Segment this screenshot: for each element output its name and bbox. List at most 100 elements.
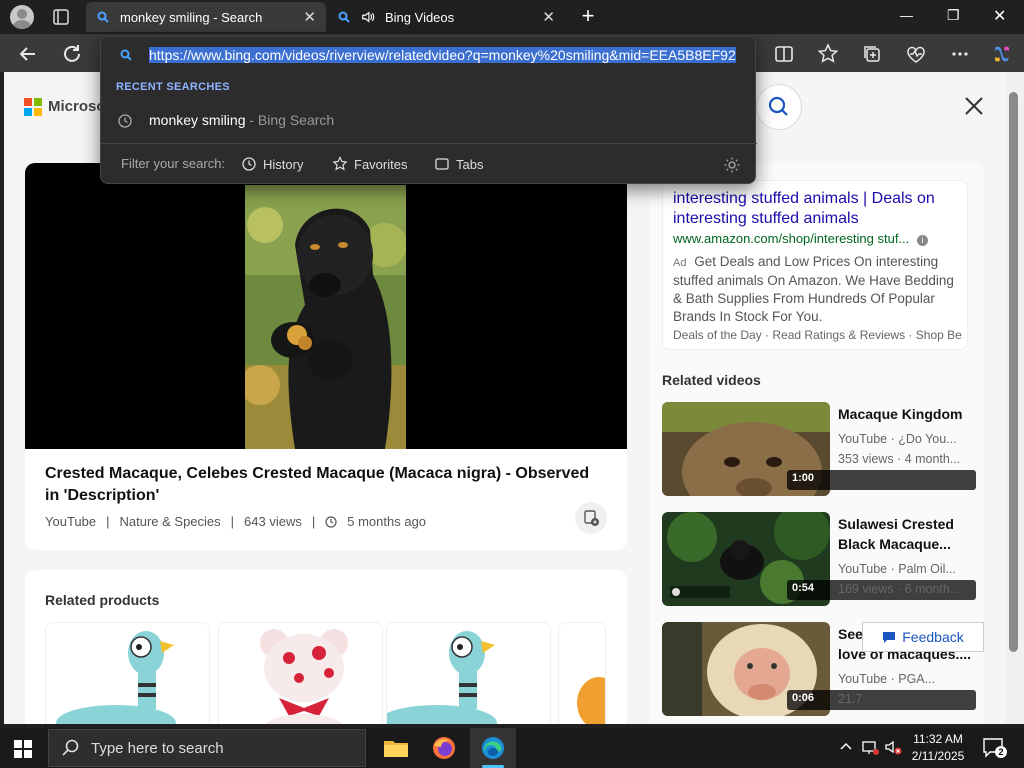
bing-search-icon — [338, 11, 350, 23]
edge-browser-icon[interactable] — [477, 732, 509, 764]
recent-search-query: monkey smiling — [149, 112, 246, 128]
video-title[interactable]: Crested Macaque, Celebes Crested Macaque… — [45, 463, 605, 507]
feedback-label: Feedback — [902, 629, 964, 645]
filter-tabs-label: Tabs — [456, 156, 484, 172]
meta-separator: | — [311, 514, 316, 529]
related-video-source: YouTube · Palm Oil... — [838, 562, 956, 576]
related-video-title[interactable]: Macaque Kingdom — [838, 404, 973, 424]
windows-start-icon[interactable] — [14, 740, 32, 758]
video-category: Nature & Species — [119, 514, 221, 529]
minimize-button[interactable]: — — [900, 8, 913, 23]
ad-description: Ad Get Deals and Low Prices On interesti… — [673, 253, 963, 326]
more-menu-icon[interactable] — [948, 42, 972, 66]
product-partial[interactable] — [558, 622, 606, 724]
tab-label: monkey smiling - Search — [120, 9, 263, 25]
split-screen-icon[interactable] — [772, 42, 796, 66]
product-pigeon-plush[interactable] — [45, 622, 210, 724]
refresh-icon[interactable] — [60, 42, 84, 66]
related-video-stats: 169 views · 6 month... — [838, 582, 961, 596]
browser-essentials-icon[interactable] — [904, 42, 928, 66]
close-window-button[interactable]: ✕ — [993, 6, 1006, 26]
video-age: 5 months ago — [347, 514, 427, 529]
video-meta: YouTube | Nature & Species | 643 views |… — [45, 514, 426, 529]
ad-title[interactable]: interesting stuffed animals | Deals on i… — [673, 189, 963, 229]
maximize-button[interactable]: ❐ — [947, 7, 960, 24]
file-explorer-icon[interactable] — [380, 732, 412, 764]
recent-search-text: monkey smiling - Bing Search — [149, 112, 334, 128]
clock-icon — [325, 515, 337, 528]
ad-description-text: Get Deals and Low Prices On interesting … — [673, 254, 954, 324]
tabs-icon — [435, 158, 449, 170]
firefox-icon[interactable] — [428, 732, 460, 764]
meta-separator: | — [106, 514, 110, 529]
recent-search-item[interactable]: monkey smiling - Bing Search — [101, 103, 757, 139]
search-icon — [120, 49, 132, 61]
tab-monkey-smiling-search[interactable]: monkey smiling - Search ✕ — [86, 2, 326, 32]
feedback-icon — [883, 631, 896, 643]
speaker-icon[interactable] — [361, 10, 375, 24]
taskbar-clock[interactable]: 11:32 AM 2/11/2025 — [908, 731, 968, 765]
search-button[interactable] — [756, 84, 802, 130]
copilot-icon[interactable] — [990, 42, 1014, 66]
related-videos-title: Related videos — [662, 372, 761, 388]
close-overlay-icon[interactable] — [962, 94, 986, 118]
favorites-star-icon[interactable] — [816, 42, 840, 66]
save-video-button[interactable] — [575, 502, 607, 534]
filter-label: Filter your search: — [121, 156, 226, 171]
back-arrow-icon[interactable] — [16, 42, 40, 66]
meta-separator: | — [230, 514, 235, 529]
ad-badge: Ad — [673, 257, 687, 269]
recent-searches-header: RECENT SEARCHES — [116, 81, 230, 93]
address-url-selected: https://www.bing.com/videos/riverview/re… — [149, 47, 736, 63]
related-products-card: Related products — [25, 570, 627, 724]
clock-time: 11:32 AM — [913, 732, 963, 746]
history-icon — [242, 157, 256, 171]
filter-row: Filter your search: History Favorites Ta… — [101, 143, 757, 185]
related-video-stats: 21.7 — [838, 692, 863, 706]
video-source[interactable]: YouTube — [45, 514, 96, 529]
tab-bing-videos[interactable]: Bing Videos ✕ — [327, 2, 565, 32]
ad-sitelinks[interactable]: Deals of the Day · Read Ratings & Review… — [673, 328, 963, 342]
settings-gear-icon[interactable] — [723, 156, 741, 174]
collections-icon[interactable] — [860, 42, 884, 66]
product-bear-plush[interactable] — [218, 622, 383, 724]
filter-tabs[interactable]: Tabs — [434, 156, 483, 172]
filter-favorites[interactable]: Favorites — [332, 156, 407, 172]
notification-center-icon[interactable]: 2 — [982, 737, 1007, 759]
recent-search-suffix: - Bing Search — [245, 112, 335, 128]
related-video-item[interactable]: 0:54 Sulawesi Crested Black Macaque... Y… — [662, 512, 982, 608]
ad-card[interactable]: interesting stuffed animals | Deals on i… — [662, 180, 968, 350]
tab-close-icon[interactable]: ✕ — [542, 8, 555, 26]
tab-actions-icon[interactable] — [52, 8, 70, 26]
related-video-title[interactable]: Sulawesi Crested Black Macaque... — [838, 514, 973, 554]
feedback-button[interactable]: Feedback — [862, 622, 984, 652]
scrollbar-thumb[interactable] — [1009, 92, 1018, 652]
info-icon[interactable]: i — [916, 235, 928, 246]
video-card: Crested Macaque, Celebes Crested Macaque… — [25, 163, 627, 550]
taskbar-search-box[interactable]: Type here to search — [48, 729, 366, 767]
monkey-video-frame — [245, 185, 406, 449]
product-pigeon-plush[interactable] — [386, 622, 551, 724]
video-player[interactable] — [25, 163, 627, 449]
related-video-item[interactable]: 1:00 Macaque Kingdom YouTube · ¿Do You..… — [662, 402, 982, 498]
address-bar-dropdown: https://www.bing.com/videos/riverview/re… — [100, 36, 757, 185]
tray-expand-icon[interactable] — [838, 738, 854, 754]
volume-muted-icon[interactable] — [884, 738, 902, 756]
video-views: 643 views — [244, 514, 302, 529]
filter-history-label: History — [263, 156, 304, 172]
profile-avatar[interactable] — [10, 5, 34, 29]
video-duration: 1:00 — [787, 470, 976, 490]
network-icon[interactable] — [861, 738, 879, 756]
taskbar-search-placeholder: Type here to search — [91, 739, 224, 757]
related-products-title: Related products — [45, 592, 160, 608]
address-input[interactable]: https://www.bing.com/videos/riverview/re… — [149, 45, 741, 65]
microsoft-logo-icon — [24, 98, 42, 116]
tab-close-icon[interactable]: ✕ — [303, 8, 316, 26]
related-video-source: YouTube · PGA... — [838, 672, 936, 686]
filter-history[interactable]: History — [241, 156, 303, 172]
bing-search-icon — [97, 11, 109, 23]
filter-favorites-label: Favorites — [354, 156, 408, 172]
new-tab-button[interactable]: + — [577, 4, 599, 28]
ad-url[interactable]: www.amazon.com/shop/interesting stuf... … — [673, 231, 963, 246]
address-bar[interactable]: https://www.bing.com/videos/riverview/re… — [101, 37, 757, 73]
